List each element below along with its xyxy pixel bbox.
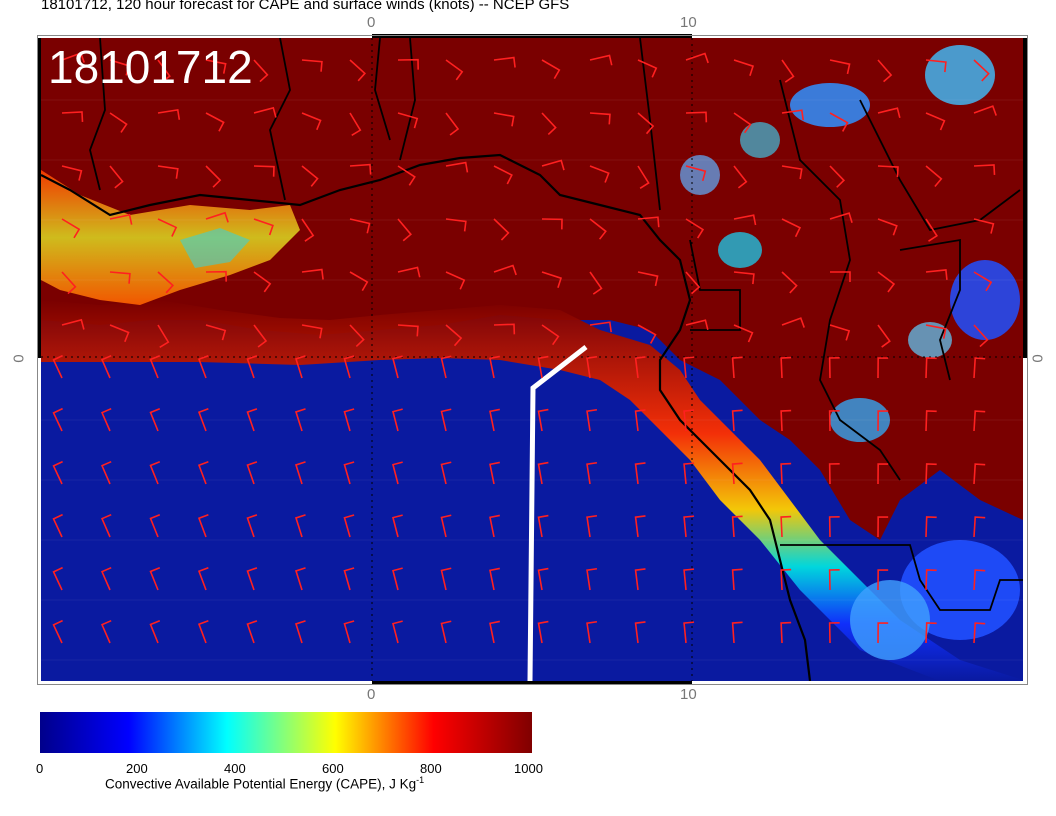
colorbar-tick: 600 [322, 761, 344, 776]
colorbar-tick: 400 [224, 761, 246, 776]
colorbar-tick: 200 [126, 761, 148, 776]
bottom-tick-0: 0 [367, 686, 376, 703]
top-tick-10: 10 [680, 14, 697, 31]
colorbar-label-exponent: -1 [416, 775, 425, 785]
colorbar-label-text: Convective Available Potential Energy (C… [105, 776, 417, 792]
colorbar-label: Convective Available Potential Energy (C… [105, 775, 424, 792]
colorbar-tick: 1000 [514, 761, 543, 776]
date-stamp: 18101712 [48, 41, 253, 93]
map-frame [37, 35, 1028, 685]
colorbar-tick: 800 [420, 761, 442, 776]
colorbar-tick: 0 [36, 761, 44, 776]
right-tick-0: 0 [1029, 354, 1047, 363]
left-tick-0: 0 [9, 354, 27, 363]
colorbar [40, 712, 532, 753]
bottom-tick-10: 10 [680, 686, 697, 703]
top-tick-0: 0 [367, 14, 376, 31]
